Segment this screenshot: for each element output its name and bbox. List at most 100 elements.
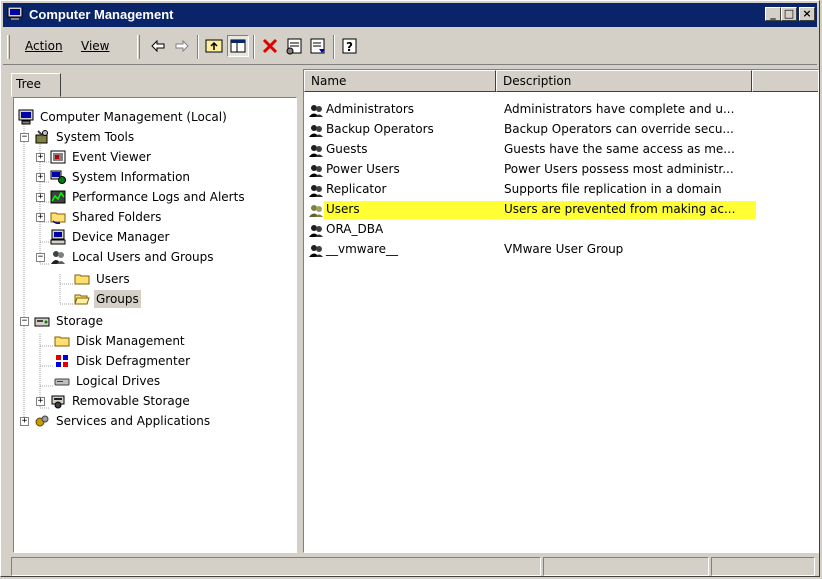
group-icon — [309, 205, 323, 217]
delete-icon — [262, 38, 278, 54]
back-icon — [151, 39, 165, 53]
collapse-local-users-groups-button[interactable]: − — [36, 253, 45, 262]
help-button[interactable]: ? — [339, 35, 361, 57]
menu-action[interactable]: Action — [25, 39, 63, 53]
status-cell-2 — [543, 557, 709, 576]
toolbar-separator — [333, 35, 335, 59]
delete-button[interactable] — [259, 35, 281, 57]
tree-item-label: Disk Defragmenter — [76, 354, 191, 368]
tree-item-label: Logical Drives — [76, 374, 161, 388]
expand-event-viewer-button[interactable]: + — [36, 153, 45, 162]
row-description: Supports file replication in a domain — [504, 182, 722, 196]
tree-item-label: Computer Management (Local) — [40, 110, 227, 124]
row-name: __vmware__ — [326, 242, 399, 256]
services-icon — [35, 415, 49, 427]
group-icon — [309, 145, 323, 157]
tree-item-label: Users — [96, 272, 130, 286]
group-icon — [309, 165, 323, 177]
list-row-users[interactable]: Users Users are prevented from making ac… — [304, 200, 818, 220]
properties-icon — [286, 38, 302, 55]
forward-button[interactable] — [171, 35, 193, 57]
column-header-empty[interactable] — [752, 70, 818, 92]
title-bar[interactable]: Computer Management _ □ × — [3, 3, 817, 27]
row-description: Guests have the same access as me... — [504, 142, 735, 156]
list-row-backup-operators[interactable]: Backup Operators Backup Operators can ov… — [304, 120, 818, 140]
expand-services-applications-button[interactable]: + — [20, 417, 29, 426]
tree-pane[interactable]: Computer Management (Local) − System Too… — [13, 97, 297, 553]
row-name: Replicator — [326, 182, 387, 196]
tree-item-label: Performance Logs and Alerts — [72, 190, 245, 204]
tree-item-label: Services and Applications — [56, 414, 211, 428]
group-icon — [309, 125, 323, 137]
status-cell-3 — [711, 557, 815, 576]
menu-toolbar-band: Action View ? — [3, 29, 817, 65]
menu-grip[interactable] — [7, 35, 10, 59]
expand-system-information-button[interactable]: + — [36, 173, 45, 182]
forward-icon — [175, 39, 189, 53]
list-pane[interactable]: Name Description Administrators Administ… — [303, 69, 819, 553]
computer-management-window: Computer Management _ □ × Action View ? … — [0, 0, 820, 577]
expand-performance-logs-button[interactable]: + — [36, 193, 45, 202]
tree-item-label: Shared Folders — [72, 210, 162, 224]
folder-icon — [74, 274, 90, 285]
list-row-vmware[interactable]: __vmware__ VMware User Group — [304, 240, 818, 260]
group-icon — [309, 104, 323, 117]
removable-storage-icon — [51, 395, 65, 409]
expand-removable-storage-button[interactable]: + — [36, 397, 45, 406]
computer-management-icon — [7, 7, 23, 20]
export-list-icon — [310, 38, 325, 54]
defrag-icon — [56, 355, 68, 367]
maximize-button[interactable]: □ — [781, 7, 797, 21]
back-button[interactable] — [147, 35, 169, 57]
list-row-replicator[interactable]: Replicator Supports file replication in … — [304, 180, 818, 200]
toolbar-separator — [197, 35, 199, 59]
collapse-system-tools-button[interactable]: − — [20, 133, 29, 142]
row-description: Backup Operators can override secu... — [504, 122, 734, 136]
close-button[interactable]: × — [799, 7, 815, 21]
row-name: ORA_DBA — [326, 222, 384, 236]
row-name: Users — [326, 202, 360, 216]
row-description: VMware User Group — [504, 242, 624, 256]
system-tools-icon — [35, 130, 48, 144]
row-description: Administrators have complete and u... — [504, 102, 735, 116]
up-folder-icon — [205, 39, 223, 53]
collapse-storage-button[interactable]: − — [20, 317, 29, 326]
show-hide-tree-icon — [230, 39, 246, 53]
list-row-administrators[interactable]: Administrators Administrators have compl… — [304, 100, 818, 120]
tree-item-label: System Information — [72, 170, 191, 184]
export-list-button[interactable] — [307, 35, 329, 57]
group-icon — [309, 185, 323, 197]
list-row-ora-dba[interactable]: ORA_DBA — [304, 220, 818, 240]
column-header-name[interactable]: Name — [304, 70, 496, 92]
toolbar-grip[interactable] — [137, 35, 140, 59]
tree-item-label: Storage — [56, 314, 103, 328]
tree-item-label: Local Users and Groups — [72, 250, 214, 264]
tab-tree[interactable]: Tree — [11, 73, 61, 97]
shared-folder-icon — [50, 212, 66, 224]
tree-item-label: Removable Storage — [72, 394, 190, 408]
column-header-label: Name — [311, 74, 347, 88]
tree-item-label: Disk Management — [76, 334, 185, 348]
tree-item-label: Device Manager — [72, 230, 170, 244]
status-bar — [3, 555, 817, 576]
row-name: Power Users — [326, 162, 400, 176]
performance-icon — [50, 190, 66, 204]
storage-icon — [34, 317, 50, 327]
help-icon: ? — [342, 38, 357, 54]
properties-button[interactable] — [283, 35, 305, 57]
row-name: Administrators — [326, 102, 415, 116]
minimize-button[interactable]: _ — [765, 7, 781, 21]
list-row-power-users[interactable]: Power Users Power Users possess most adm… — [304, 160, 818, 180]
group-icon — [309, 225, 323, 237]
column-header-label: Description — [503, 74, 572, 88]
up-one-level-button[interactable] — [203, 35, 225, 57]
column-header-description[interactable]: Description — [496, 70, 752, 92]
show-hide-tree-button[interactable] — [227, 35, 249, 57]
menu-view[interactable]: View — [81, 39, 109, 53]
list-row-guests[interactable]: Guests Guests have the same access as me… — [304, 140, 818, 160]
row-name: Guests — [326, 142, 368, 156]
expand-shared-folders-button[interactable]: + — [36, 213, 45, 222]
window-title: Computer Management — [29, 7, 174, 22]
tree-item-label: System Tools — [56, 130, 135, 144]
tree-item-label: Event Viewer — [72, 150, 151, 164]
